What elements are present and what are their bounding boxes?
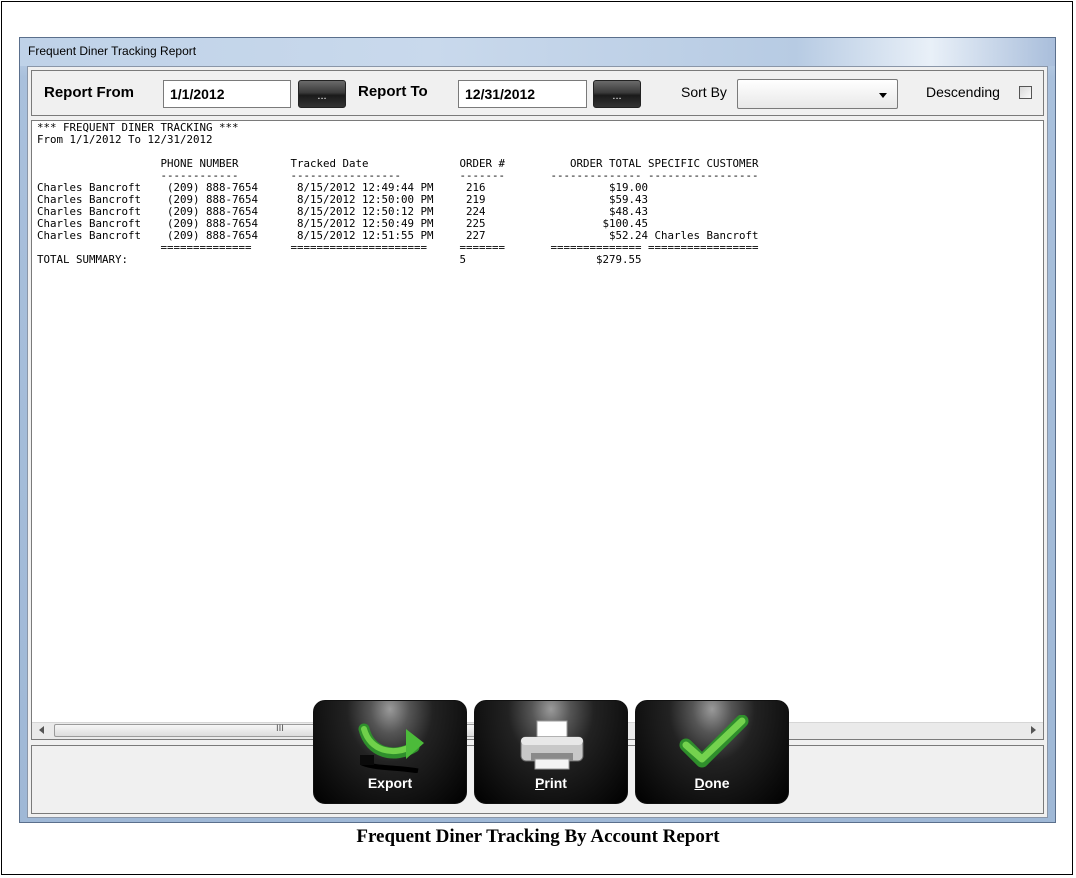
- window-client-area: Report From 1/1/2012 ... Report To 12/31…: [27, 66, 1048, 818]
- scroll-left-icon[interactable]: [39, 726, 44, 734]
- done-label: Done: [694, 775, 730, 791]
- printer-icon: [475, 715, 627, 773]
- window-title: Frequent Diner Tracking Report: [28, 44, 197, 58]
- report-from-picker-button[interactable]: ...: [298, 80, 346, 108]
- print-button[interactable]: Print: [474, 700, 628, 804]
- export-label: Export: [367, 775, 413, 791]
- checkmark-icon: [636, 714, 788, 773]
- report-from-label: Report From: [44, 84, 134, 101]
- figure-caption: Frequent Diner Tracking By Account Repor…: [356, 826, 720, 847]
- report-to-input[interactable]: 12/31/2012: [458, 80, 587, 108]
- report-to-label: Report To: [358, 83, 428, 100]
- scroll-grip: III: [276, 724, 284, 734]
- export-arrow-icon: [314, 715, 466, 774]
- descending-label: Descending: [926, 84, 1000, 100]
- sort-by-label: Sort By: [681, 84, 727, 100]
- title-bar[interactable]: Frequent Diner Tracking Report: [20, 38, 1055, 66]
- date-range-toolbar: Report From 1/1/2012 ... Report To 12/31…: [31, 70, 1044, 116]
- report-from-input[interactable]: 1/1/2012: [163, 80, 291, 108]
- sort-by-dropdown[interactable]: [737, 79, 898, 109]
- done-button[interactable]: Done: [635, 700, 789, 804]
- scroll-right-icon[interactable]: [1031, 726, 1036, 734]
- print-label: Print: [535, 775, 567, 791]
- report-viewer[interactable]: *** FREQUENT DINER TRACKING *** From 1/1…: [31, 120, 1044, 740]
- export-button[interactable]: Export: [313, 700, 467, 804]
- descending-checkbox[interactable]: [1019, 86, 1032, 99]
- chevron-down-icon: [879, 93, 887, 98]
- report-text: *** FREQUENT DINER TRACKING *** From 1/1…: [37, 121, 759, 266]
- report-to-picker-button[interactable]: ...: [593, 80, 641, 108]
- report-window: Frequent Diner Tracking Report Report Fr…: [19, 37, 1056, 823]
